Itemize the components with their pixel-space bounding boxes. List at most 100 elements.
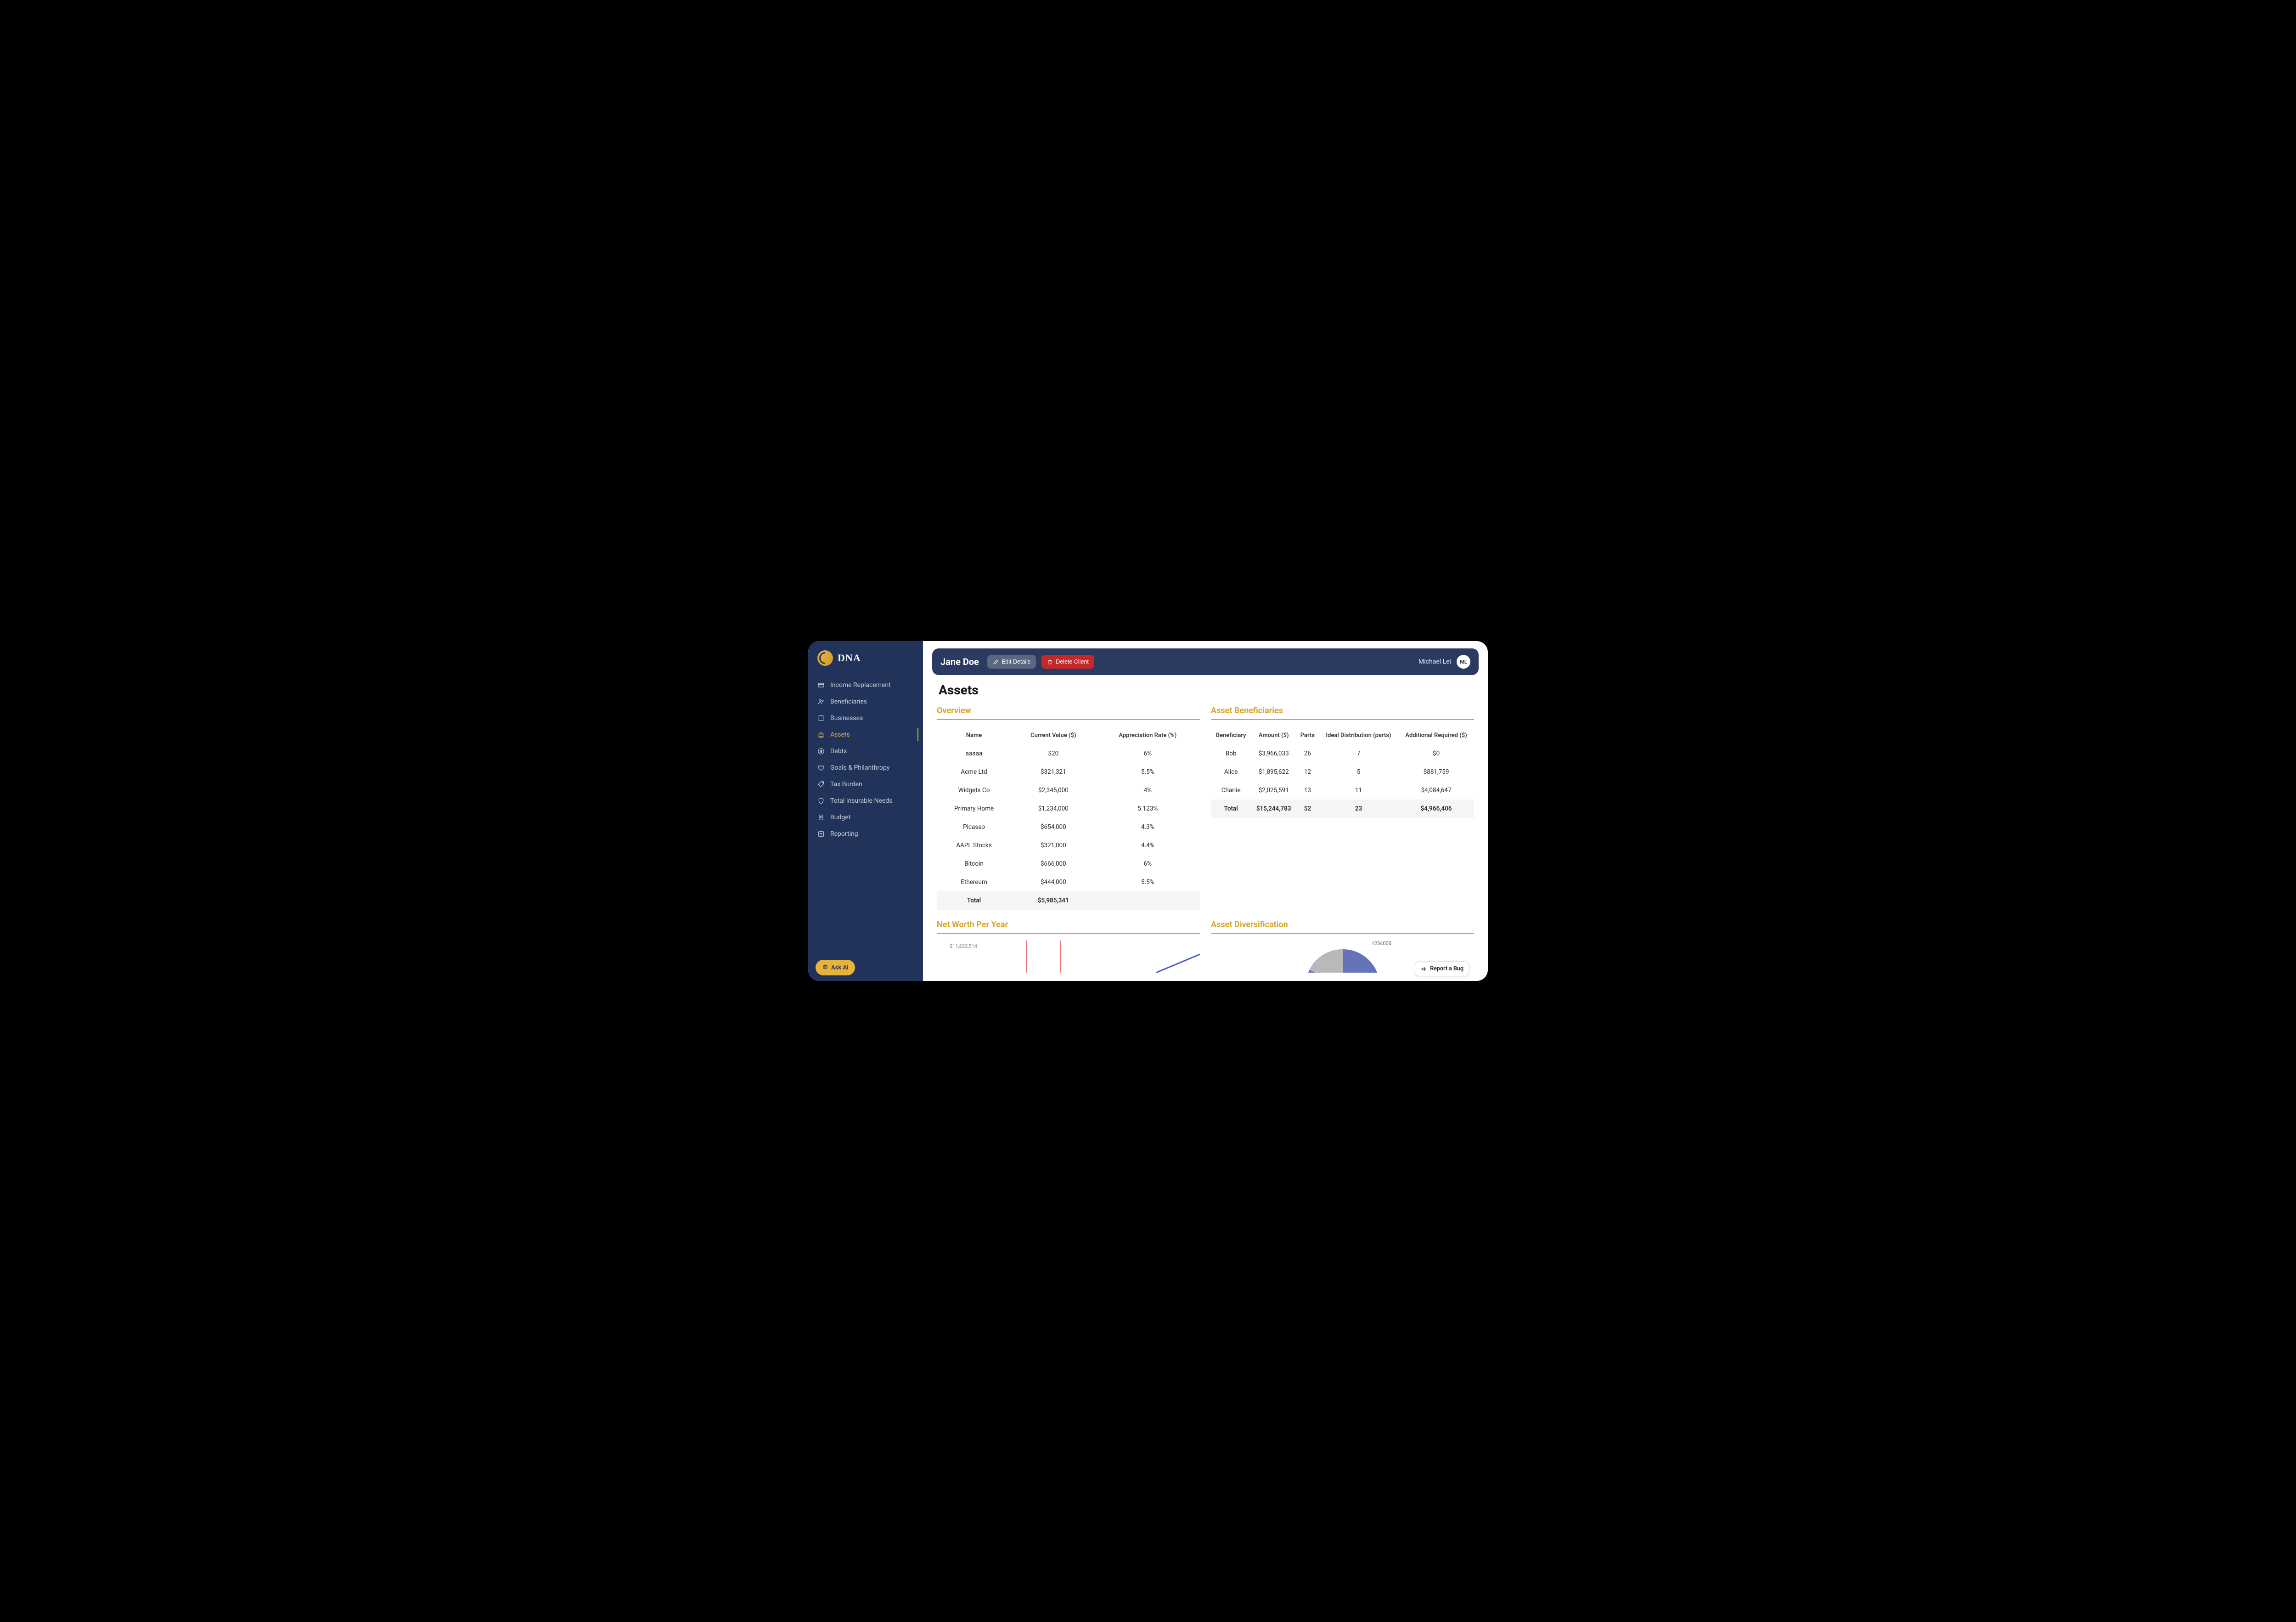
overview-table: Name Current Value ($) Appreciation Rate… [937,727,1200,910]
sidebar-item-income-replacement[interactable]: Income Replacement [808,677,923,693]
beneficiaries-table: Beneficiary Amount ($) Parts Ideal Distr… [1211,727,1474,818]
dollar-icon [817,748,825,755]
sidebar-item-label: Reporting [830,830,858,838]
cell-value: $321,000 [1011,836,1096,855]
col-amount: Amount ($) [1251,727,1296,744]
cell-ideal: 5 [1319,763,1398,781]
delete-label: Delete Client [1056,659,1089,665]
cell-name: Picasso [937,818,1011,836]
sidebar-item-label: Assets [830,731,850,738]
table-row: Widgets Co$2,345,0004% [937,781,1200,800]
shield-icon [817,797,825,805]
cell-name: Acme Ltd [937,763,1011,781]
report-bug-label: Report a Bug [1430,965,1463,972]
table-row: Ethereum$444,0005.5% [937,873,1200,891]
sidebar-item-budget[interactable]: Budget [808,809,923,826]
sidebar-item-goals[interactable]: Goals & Philanthropy [808,760,923,776]
cell-ideal: 11 [1319,781,1398,800]
cell-rate: 6% [1096,744,1200,763]
cell-amount: $1,895,622 [1251,763,1296,781]
cell-value: $1,234,000 [1011,800,1096,818]
overview-title: Overview [937,706,1200,720]
col-value: Current Value ($) [1011,727,1096,744]
cell-beneficiary: Bob [1211,744,1251,763]
col-parts: Parts [1296,727,1319,744]
sidebar-item-label: Budget [830,814,850,821]
sidebar-item-businesses[interactable]: Businesses [808,710,923,727]
cell-parts: 13 [1296,781,1319,800]
sidebar-item-tax[interactable]: Tax Burden [808,776,923,793]
cell-total-value: $5,985,341 [1011,891,1096,910]
sidebar-item-insurable[interactable]: Total Insurable Needs [808,793,923,809]
cell-name: aaaaa [937,744,1011,763]
sidebar-item-label: Businesses [830,715,863,722]
sidebar-item-debts[interactable]: Debts [808,743,923,760]
sidebar-item-label: Tax Burden [830,781,862,788]
edit-details-button[interactable]: Edit Details [987,655,1036,669]
table-row: aaaaa$206% [937,744,1200,763]
diversification-title: Asset Diversification [1211,920,1474,934]
cell-beneficiary: Charlie [1211,781,1251,800]
cell-total-parts: 52 [1296,800,1319,818]
col-ideal: Ideal Distribution (parts) [1319,727,1398,744]
col-beneficiary: Beneficiary [1211,727,1251,744]
avatar[interactable]: ML [1457,655,1470,669]
sidebar-item-assets[interactable]: Assets [808,727,923,743]
networth-chart: $11,633,514 [937,941,1200,973]
ask-ai-button[interactable]: Ask AI [816,960,855,975]
heart-icon [817,764,825,772]
cell-value: $666,000 [1011,855,1096,873]
content: Assets Overview Name Current Value ($) A… [932,675,1479,981]
cell-name: Primary Home [937,800,1011,818]
topbar: Jane Doe Edit Details Delete Client Mich… [932,648,1479,675]
sidebar-item-label: Total Insurable Needs [830,797,892,805]
pie-slice-label: 1234000 [1372,941,1391,946]
cell-rate: 5.5% [1096,873,1200,891]
cell-value: $654,000 [1011,818,1096,836]
networth-title: Net Worth Per Year [937,920,1200,934]
sidebar-item-beneficiaries[interactable]: Beneficiaries [808,693,923,710]
overview-section: Overview Name Current Value ($) Apprecia… [937,706,1200,910]
table-row: AAPL Stocks$321,0004.4% [937,836,1200,855]
logo: DNA [808,650,923,675]
delete-client-button[interactable]: Delete Client [1041,655,1094,669]
edit-label: Edit Details [1002,659,1030,665]
cell-beneficiary: Alice [1211,763,1251,781]
table-row: Bob$3,966,033267$0 [1211,744,1474,763]
cell-additional: $4,084,647 [1398,781,1474,800]
report-bug-button[interactable]: Report a Bug [1415,961,1469,976]
sidebar-item-label: Debts [830,748,847,755]
table-row: Primary Home$1,234,0005.123% [937,800,1200,818]
export-icon [817,830,825,838]
cell-rate: 4% [1096,781,1200,800]
sidebar-item-reporting[interactable]: Reporting [808,826,923,842]
cell-rate: 5.5% [1096,763,1200,781]
cell-value: $2,345,000 [1011,781,1096,800]
beneficiaries-section: Asset Beneficiaries Beneficiary Amount (… [1211,706,1474,910]
cell-value: $20 [1011,744,1096,763]
sidebar: DNA Income Replacement Beneficiaries Bus… [808,641,923,981]
cell-rate: 4.3% [1096,818,1200,836]
table-row: Charlie$2,025,5911311$4,084,647 [1211,781,1474,800]
tag-icon [817,781,825,788]
megaphone-icon [1421,966,1427,972]
card-icon [817,681,825,689]
table-row: Bitcoin$666,0006% [937,855,1200,873]
table-row: Picasso$654,0004.3% [937,818,1200,836]
cell-parts: 26 [1296,744,1319,763]
cell-rate: 4.4% [1096,836,1200,855]
total-row: Total$15,244,7835223$4,966,406 [1211,800,1474,818]
sidebar-item-label: Income Replacement [830,681,891,689]
cell-total-label: Total [1211,800,1251,818]
cell-total-ideal: 23 [1319,800,1398,818]
document-icon [817,814,825,821]
cell-value: $321,321 [1011,763,1096,781]
table-row: Alice$1,895,622125$881,759 [1211,763,1474,781]
cell-amount: $3,966,033 [1251,744,1296,763]
trash-icon [1047,659,1053,665]
cell-name: Widgets Co [937,781,1011,800]
cell-ideal: 7 [1319,744,1398,763]
cell-additional: $0 [1398,744,1474,763]
cell-rate: 5.123% [1096,800,1200,818]
col-rate: Appreciation Rate (%) [1096,727,1200,744]
